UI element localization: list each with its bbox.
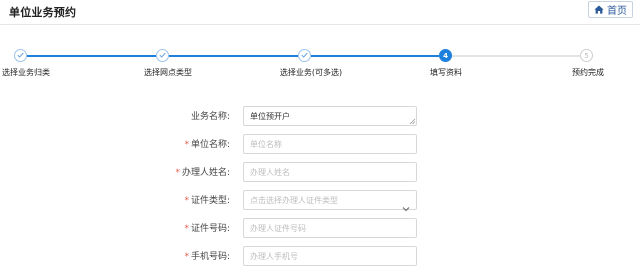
step-5-label: 预约完成 (572, 68, 604, 77)
id-number-input[interactable] (243, 218, 417, 238)
resize-grip-icon[interactable] (409, 118, 416, 125)
step-connector (27, 55, 156, 57)
unit-name-input[interactable] (243, 134, 417, 154)
required-mark: * (184, 140, 189, 150)
agent-name-row: * 办理人姓名: (0, 162, 640, 182)
step-3-label: 选择业务(可多选) (279, 68, 343, 77)
home-icon (594, 5, 604, 14)
phone-row: * 手机号码: (0, 246, 640, 266)
unit-name-label-text: 单位名称: (190, 140, 230, 150)
step-1-label: 选择业务归类 (2, 68, 50, 77)
phone-label-text: 手机号码: (190, 252, 230, 262)
step-connector (311, 55, 439, 57)
home-button[interactable]: 首页 (588, 1, 633, 18)
business-name-label-text: 业务名称: (190, 112, 230, 122)
id-number-label-text: 证件号码: (190, 224, 230, 234)
step-4-indicator: 4 (439, 49, 452, 62)
step-1-indicator (14, 49, 27, 62)
step-connector (169, 55, 298, 57)
page-title: 单位业务预约 (9, 6, 77, 19)
id-number-row: * 证件号码: (0, 218, 640, 238)
agent-name-label-text: 办理人姓名: (181, 168, 230, 178)
step-2-label: 选择网点类型 (144, 68, 192, 77)
chevron-down-icon (402, 197, 410, 216)
step-5-indicator: 5 (580, 49, 593, 62)
check-icon (17, 52, 24, 60)
unit-name-row: * 单位名称: (0, 134, 640, 154)
unit-name-label: * 单位名称: (184, 137, 230, 150)
required-mark: * (184, 196, 189, 206)
progress-stepper: 4 5 选择业务归类 选择网点类型 选择业务(可多选) 填写资料 预约完成 (0, 45, 640, 85)
agent-name-label: * 办理人姓名: (175, 165, 230, 178)
home-button-label: 首页 (607, 6, 627, 17)
phone-label: * 手机号码: (184, 249, 230, 262)
step-connector (452, 55, 580, 57)
id-type-select[interactable]: 点击选择办理人证件类型 (243, 190, 417, 212)
required-mark: * (184, 252, 189, 262)
required-mark: * (184, 224, 189, 234)
id-type-placeholder: 点击选择办理人证件类型 (250, 196, 338, 205)
check-icon (159, 52, 166, 60)
page-header: 单位业务预约 首页 (0, 0, 640, 25)
business-name-row: 业务名称: (0, 106, 640, 126)
id-type-row: * 证件类型: 点击选择办理人证件类型 (0, 190, 640, 212)
id-type-label: * 证件类型: (184, 193, 230, 206)
id-number-label: * 证件号码: (184, 221, 230, 234)
business-name-label: 业务名称: (191, 109, 230, 122)
step-3-indicator (298, 49, 311, 62)
phone-input[interactable] (243, 246, 417, 266)
id-type-label-text: 证件类型: (190, 196, 230, 206)
business-name-field[interactable] (243, 106, 417, 126)
agent-name-input[interactable] (243, 162, 417, 182)
step-4-label: 填写资料 (430, 68, 462, 77)
check-icon (301, 52, 308, 60)
required-mark: * (175, 168, 180, 178)
step-2-indicator (156, 49, 169, 62)
